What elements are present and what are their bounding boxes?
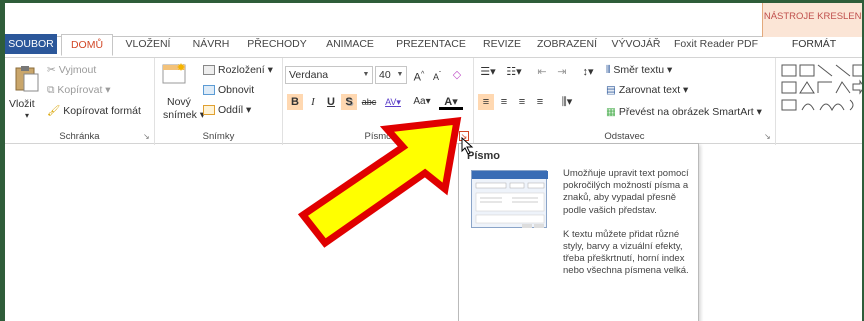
tab-review[interactable]: REVIZE — [477, 34, 527, 54]
ribbon-tab-bar: NÁSTROJE KRESLENÍ — [5, 3, 864, 37]
chevron-down-icon[interactable]: ▼ — [394, 67, 406, 83]
justify-icon[interactable]: ≡ — [532, 94, 548, 110]
font-name-combo[interactable]: Verdana ▼ — [285, 66, 373, 84]
reset-icon — [203, 85, 215, 96]
clear-formatting-icon[interactable]: ◇ — [449, 67, 465, 83]
format-painter-button[interactable]: 🖌 Kopírovat formát — [47, 104, 141, 117]
shrink-font-icon[interactable]: Aˇ — [429, 67, 445, 83]
group-label-slides: Snímky — [202, 131, 235, 142]
copy-button[interactable]: ⧉ Kopírovat ▾ — [47, 84, 111, 97]
mouse-cursor-icon — [461, 137, 474, 155]
paste-button[interactable] — [11, 64, 45, 98]
tooltip-body: Umožňuje upravit text pomocí pokročilých… — [563, 168, 693, 290]
columns-icon[interactable]: ⫼▾ — [556, 94, 578, 110]
new-slide-button[interactable] — [161, 62, 189, 92]
font-size-combo[interactable]: 40 ▼ — [375, 66, 407, 84]
section-button[interactable]: Oddíl ▾ — [203, 104, 251, 116]
decrease-indent-icon[interactable]: ⇤ — [534, 64, 550, 80]
smartart-icon: ▦ — [606, 106, 616, 118]
paste-dropdown-icon[interactable]: ▾ — [25, 111, 29, 120]
group-slides: Nový snímek ▾ Rozložení ▾ Obnovit Oddíl … — [155, 58, 283, 145]
tab-animations[interactable]: ANIMACE — [317, 34, 383, 54]
tab-insert[interactable]: VLOŽENÍ — [117, 34, 179, 54]
new-slide-label-1[interactable]: Nový — [167, 96, 191, 108]
shapes-gallery[interactable] — [778, 62, 864, 122]
convert-smartart-button[interactable]: ▦ Převést na obrázek SmartArt ▾ — [606, 106, 762, 118]
tab-home[interactable]: DOMŮ — [61, 34, 113, 56]
line-spacing-icon[interactable]: ↕▾ — [578, 64, 598, 80]
text-direction-button[interactable]: ⫴ Směr textu ▾ — [606, 64, 672, 77]
text-direction-icon: ⫴ — [606, 64, 611, 76]
font-dialog-tooltip: Písmo Umožňuje upravit text pomocí pokro… — [458, 143, 699, 321]
numbering-icon[interactable]: ☷▾ — [504, 64, 524, 80]
group-clipboard: Vložit ▾ ✂ Vyjmout ⧉ Kopírovat ▾ 🖌 Kopír… — [5, 58, 155, 145]
tab-view[interactable]: ZOBRAZENÍ — [533, 34, 601, 54]
reset-button[interactable]: Obnovit — [203, 84, 254, 96]
clipboard-icon — [15, 66, 39, 92]
tooltip-paragraph-2: K textu můžete přidat různé styly, barvy… — [563, 228, 689, 277]
tab-transitions[interactable]: PŘECHODY — [243, 34, 311, 54]
group-label-paragraph: Odstavec — [604, 131, 645, 142]
tooltip-paragraph-1: Umožňuje upravit text pomocí pokročilých… — [563, 168, 689, 216]
contextual-title: NÁSTROJE KRESLENÍ — [763, 11, 864, 22]
section-icon — [203, 105, 215, 116]
powerpoint-window: NÁSTROJE KRESLENÍ SOUBOR DOMŮ VLOŽENÍ NÁ… — [0, 0, 864, 321]
layout-icon — [203, 65, 215, 76]
group-label-clipboard: Schránka — [59, 131, 100, 142]
contextual-tab-header: NÁSTROJE KRESLENÍ — [762, 3, 864, 37]
paste-label[interactable]: Vložit — [9, 98, 35, 110]
clipboard-launcher-icon[interactable]: ↘ — [143, 133, 151, 141]
tab-foxit-reader-pdf[interactable]: Foxit Reader PDF — [671, 34, 761, 54]
layout-button[interactable]: Rozložení ▾ — [203, 64, 273, 76]
font-size-value: 40 — [379, 69, 391, 81]
chevron-down-icon[interactable]: ▼ — [360, 67, 372, 83]
tab-slideshow[interactable]: PREZENTACE — [391, 34, 471, 54]
tab-design[interactable]: NÁVRH — [185, 34, 237, 54]
new-slide-icon — [162, 63, 186, 84]
font-name-value: Verdana — [289, 69, 329, 81]
cut-button[interactable]: ✂ Vyjmout — [47, 64, 96, 76]
brush-icon: 🖌 — [47, 105, 61, 117]
group-paragraph: ☰▾ ☷▾ ⇤ ⇥ ↕▾ ≡ ≡ ≡ ≡ ⫼▾ ⫴ Směr textu ▾ ▤… — [474, 58, 776, 145]
copy-icon: ⧉ — [47, 84, 55, 96]
tab-developer[interactable]: VÝVOJÁŘ — [607, 34, 665, 54]
group-drawing — [776, 58, 864, 145]
paragraph-launcher-icon[interactable]: ↘ — [764, 133, 772, 141]
increase-indent-icon[interactable]: ⇥ — [554, 64, 570, 80]
tab-format[interactable]: FORMÁT — [765, 34, 862, 54]
scissors-icon: ✂ — [47, 64, 56, 76]
align-right-icon[interactable]: ≡ — [514, 94, 530, 110]
align-text-button[interactable]: ▤ Zarovnat text ▾ — [606, 84, 688, 96]
align-text-icon: ▤ — [606, 84, 616, 96]
new-slide-label-2[interactable]: snímek ▾ — [163, 109, 205, 121]
tab-file[interactable]: SOUBOR — [5, 34, 57, 54]
annotation-arrow-icon — [297, 116, 462, 248]
align-center-icon[interactable]: ≡ — [496, 94, 512, 110]
grow-font-icon[interactable]: A^ — [411, 67, 427, 84]
bullets-icon[interactable]: ☰▾ — [478, 64, 498, 80]
